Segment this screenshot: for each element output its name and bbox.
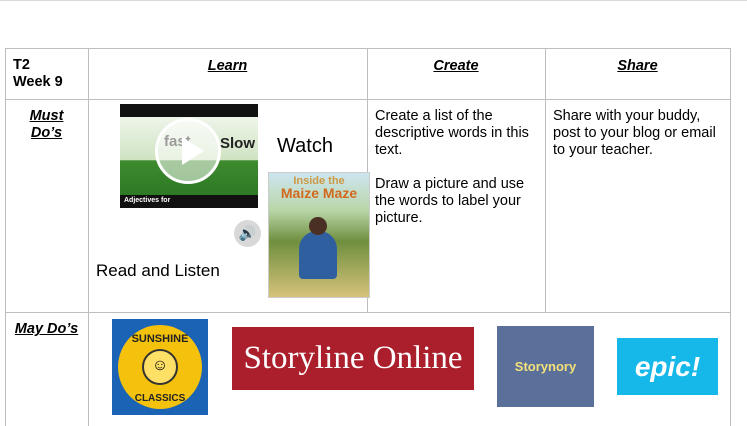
speaker-icon[interactable]: 🔊 [234, 220, 261, 247]
thumb-slow-text: Slow [220, 135, 256, 152]
dos-label: Do’s [30, 125, 63, 141]
storynory-logo[interactable]: Storynory [497, 326, 594, 407]
read-listen-label: Read and Listen [96, 261, 220, 280]
maize-maze-book-cover[interactable]: Inside the Maize Maze [268, 172, 370, 298]
video-player[interactable]: fast Slow Adjectives for [120, 104, 258, 208]
book-figure [299, 231, 337, 279]
thumb-caption: Adjectives for [124, 197, 171, 204]
top-rule [0, 0, 747, 1]
table-border-left [5, 48, 6, 426]
epic-logo[interactable]: epic! [617, 338, 718, 395]
table-border-top [5, 48, 731, 49]
header-share: Share [617, 58, 658, 74]
header-learn: Learn [207, 58, 248, 74]
table-border-right [730, 48, 731, 426]
storyline-online-logo[interactable]: Storyline Online [232, 327, 474, 390]
header-create: Create [433, 58, 479, 74]
book-title-line2: Maize Maze [280, 185, 358, 201]
must-label: Must [29, 108, 64, 124]
classics-text: CLASSICS [134, 393, 186, 404]
row-divider-1 [5, 99, 731, 100]
play-icon[interactable] [155, 118, 221, 184]
sunshine-text: SUNSHINE [131, 333, 189, 345]
sunshine-classics-logo[interactable]: ☺ SUNSHINE CLASSICS [112, 319, 208, 415]
may-do-label: May Do’s [14, 321, 79, 337]
create-step-1: Create a list of the descriptive words i… [375, 108, 529, 158]
must-do-label: Must Do’s [5, 108, 88, 142]
row-divider-2 [5, 312, 731, 313]
share-instructions: Share with your buddy, post to your blog… [553, 108, 716, 158]
book-figure-head [309, 217, 327, 235]
create-instructions: Create a list of the descriptive words i… [375, 108, 540, 227]
term-label: T2 [13, 57, 30, 73]
term-week-label: T2 Week 9 [13, 57, 63, 91]
col-divider-3 [545, 48, 546, 312]
book-title: Inside the Maize Maze [269, 175, 369, 201]
smiley-sun-icon: ☺ [142, 349, 178, 385]
watch-label: Watch [277, 135, 333, 157]
week-label: Week 9 [13, 74, 63, 90]
create-step-2: Draw a picture and use the words to labe… [375, 176, 525, 226]
col-divider-1 [88, 48, 89, 426]
